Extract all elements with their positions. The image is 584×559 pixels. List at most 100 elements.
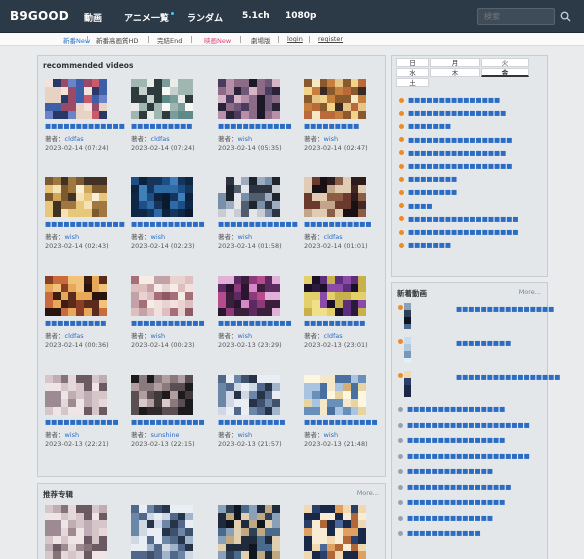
video-thumbnail[interactable] [218, 375, 280, 415]
subnav-movie-new[interactable]: 映画New [204, 35, 231, 45]
author-link[interactable]: wish [324, 431, 339, 439]
new-video-thumbnail[interactable] [404, 303, 452, 329]
author-link[interactable]: wish [238, 431, 253, 439]
new-video-thumbnail[interactable] [404, 337, 452, 363]
schedule-item[interactable]: ■■■■■■■■ [399, 175, 539, 185]
weekday-tab[interactable]: 火 [481, 58, 529, 67]
featured-more-link[interactable]: More... [357, 489, 379, 497]
site-logo[interactable]: B9GOOD [10, 9, 69, 23]
video-title-link[interactable]: ■■■■■■■■■■■■ [45, 418, 125, 427]
new-video-row[interactable]: ■■■■■■■■■■■■■■ [398, 514, 544, 524]
new-video-row[interactable]: ■■■■■■■■■■■■ [398, 529, 544, 539]
featured-thumbnail[interactable] [45, 505, 107, 559]
new-video-row[interactable]: ■■■■■■■■■■■■■■■■ [398, 405, 544, 415]
author-link[interactable]: wish [65, 233, 80, 241]
weekday-tab[interactable]: 日 [396, 58, 429, 67]
schedule-item[interactable]: ■■■■■■■■■■■■■■■■ [399, 109, 539, 119]
featured-thumbnail[interactable] [131, 505, 193, 559]
video-thumbnail[interactable] [45, 79, 107, 119]
video-title-link[interactable]: ■■■■■■■■■■■■ [218, 319, 298, 328]
nav-anime-list[interactable]: アニメ一覧 [124, 11, 174, 24]
author-link[interactable]: cldfas [324, 332, 343, 340]
video-thumbnail[interactable] [45, 375, 107, 415]
video-title-link[interactable]: ■■■■■■■■■■ [304, 319, 384, 328]
author-link[interactable]: wish [324, 135, 339, 143]
new-video-item[interactable]: ■■■■■■■■■ [398, 337, 544, 367]
video-title-link[interactable]: ■■■■■■■■■ [304, 122, 384, 131]
author-link[interactable]: sunshine [151, 431, 180, 439]
weekday-tab[interactable]: 月 [430, 58, 480, 67]
video-thumbnail[interactable] [45, 276, 107, 316]
featured-thumbnail[interactable] [304, 505, 366, 559]
register-link[interactable]: register [318, 35, 343, 43]
video-title-link[interactable]: ■■■■■■■■■■■■ [131, 319, 211, 328]
new-video-thumbnail[interactable] [404, 371, 452, 397]
new-video-title[interactable]: ■■■■■■■■■■■■■■■■■ [456, 373, 560, 382]
new-video-row[interactable]: ■■■■■■■■■■■■■■■■■■■■ [398, 452, 544, 462]
new-video-title[interactable]: ■■■■■■■■■■■■■■■■ [456, 305, 554, 314]
video-thumbnail[interactable] [304, 375, 366, 415]
video-thumbnail[interactable] [304, 79, 366, 119]
nav-1080p[interactable]: 1080p [285, 11, 317, 21]
author-link[interactable]: cldfas [324, 233, 343, 241]
video-title-link[interactable]: ■■■■■■■■■■■■■■ [45, 122, 125, 131]
new-video-title[interactable]: ■■■■■■■■■ [456, 339, 542, 348]
video-thumbnail[interactable] [45, 177, 107, 217]
video-thumbnail[interactable] [131, 375, 193, 415]
weekday-tab[interactable]: 水 [396, 68, 429, 77]
new-video-row[interactable]: ■■■■■■■■■■■■■■ [398, 467, 544, 477]
schedule-item[interactable]: ■■■■■■■■■■■■■■■■■■ [399, 228, 539, 238]
schedule-item[interactable]: ■■■■■■■■■■■■■■■ [399, 96, 539, 106]
video-title-link[interactable]: ■■■■■■■■■■■■ [131, 220, 211, 229]
new-video-row[interactable]: ■■■■■■■■■■■■■■■■ [398, 436, 544, 446]
nav-random[interactable]: ランダム [187, 11, 223, 24]
new-video-row[interactable]: ■■■■■■■■■■■■■■■■■ [398, 483, 544, 493]
video-title-link[interactable]: ■■■■■■■■■■■■■ [218, 220, 298, 229]
author-link[interactable]: wish [238, 233, 253, 241]
subnav-end[interactable]: 完結End [157, 35, 182, 45]
schedule-item[interactable]: ■■■■■■■ [399, 122, 539, 132]
login-link[interactable]: login [287, 35, 303, 43]
video-thumbnail[interactable] [304, 276, 366, 316]
author-link[interactable]: cldfas [65, 135, 84, 143]
new-video-item[interactable]: ■■■■■■■■■■■■■■■■ [398, 303, 554, 333]
video-title-link[interactable]: ■■■■■■■■■■ [45, 319, 125, 328]
schedule-item[interactable]: ■■■■■■■■■■■■■■■■■■ [399, 215, 539, 225]
author-link[interactable]: wish [238, 332, 253, 340]
subnav-new-hd[interactable]: 新番高画質HD [96, 35, 138, 45]
search-button[interactable] [557, 8, 574, 25]
video-thumbnail[interactable] [131, 276, 193, 316]
weekday-tab[interactable]: 金 [481, 68, 529, 77]
video-thumbnail[interactable] [131, 177, 193, 217]
featured-thumbnail[interactable] [218, 505, 280, 559]
weekday-tab[interactable]: 土 [396, 78, 429, 87]
video-title-link[interactable]: ■■■■■■■■■■■■■■■ [45, 220, 125, 229]
schedule-item[interactable]: ■■■■■■■■■■■■■■■■■ [399, 162, 539, 172]
video-title-link[interactable]: ■■■■■■■■■■ [131, 122, 211, 131]
video-thumbnail[interactable] [304, 177, 366, 217]
video-title-link[interactable]: ■■■■■■■■■■■■ [131, 418, 211, 427]
subnav-theater[interactable]: 劇場版 [251, 35, 271, 45]
video-title-link[interactable]: ■■■■■■■■■■■■ [218, 122, 298, 131]
author-link[interactable]: cldfas [65, 332, 84, 340]
video-title-link[interactable]: ■■■■■■■■■■■ [304, 220, 384, 229]
schedule-item[interactable]: ■■■■■■■ [399, 241, 539, 251]
author-link[interactable]: wish [65, 431, 80, 439]
video-title-link[interactable]: ■■■■■■■■■■■ [218, 418, 298, 427]
video-thumbnail[interactable] [218, 79, 280, 119]
new-video-row[interactable]: ■■■■■■■■■■■■■■■■ [398, 498, 544, 508]
nav-51ch[interactable]: 5.1ch [242, 11, 270, 21]
author-link[interactable]: wish [151, 233, 166, 241]
video-thumbnail[interactable] [218, 177, 280, 217]
schedule-item[interactable]: ■■■■■■■■■■■■■■■■■ [399, 136, 539, 146]
video-thumbnail[interactable] [131, 79, 193, 119]
schedule-item[interactable]: ■■■■■■■■ [399, 188, 539, 198]
new-video-row[interactable]: ■■■■■■■■■■■■■■■■■■■■ [398, 421, 544, 431]
video-title-link[interactable]: ■■■■■■■■■■■■ [304, 418, 384, 427]
search-input[interactable] [477, 8, 555, 25]
schedule-item[interactable]: ■■■■■■■■■■■■■■■■ [399, 149, 539, 159]
author-link[interactable]: wish [238, 135, 253, 143]
new-videos-more-link[interactable]: More... [519, 288, 541, 296]
author-link[interactable]: cldfas [151, 135, 170, 143]
author-link[interactable]: wish [151, 332, 166, 340]
